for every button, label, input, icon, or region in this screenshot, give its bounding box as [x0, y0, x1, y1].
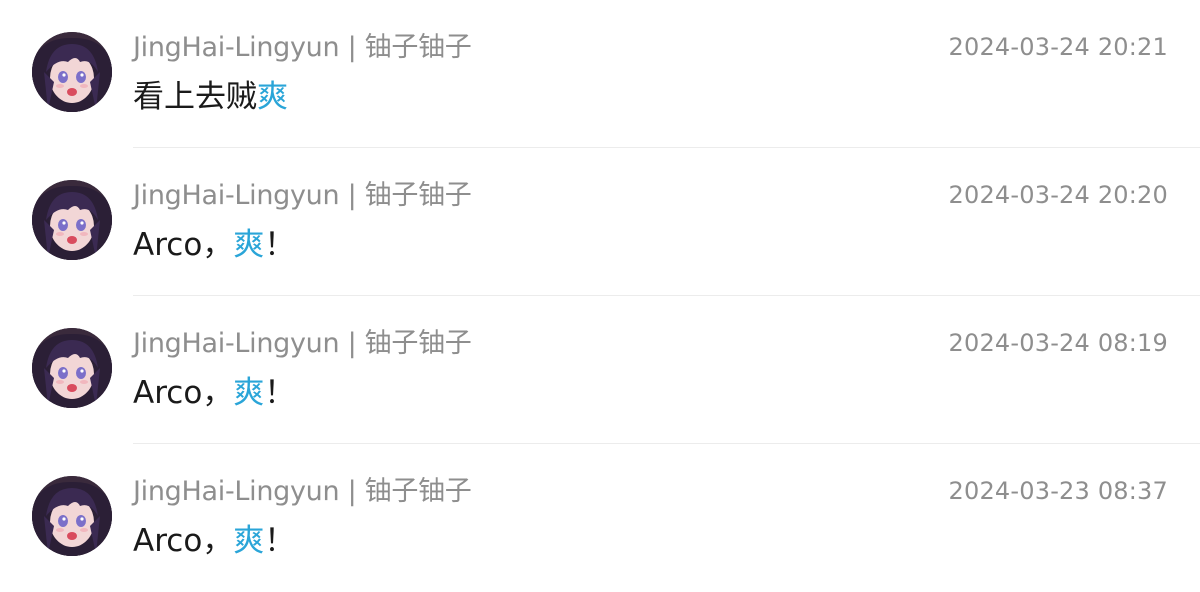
comment-timestamp: 2024-03-24 20:20	[948, 181, 1168, 209]
comment-message: Arco，爽！	[133, 372, 295, 414]
anime-girl-avatar-icon	[32, 32, 112, 112]
anime-girl-avatar-icon	[32, 180, 112, 260]
user-avatar[interactable]	[32, 32, 112, 112]
message-text: Arco，	[133, 375, 234, 411]
user-avatar[interactable]	[32, 476, 112, 556]
comment-username[interactable]: JingHai-Lingyun | 铀子铀子	[133, 30, 472, 66]
user-avatar[interactable]	[32, 180, 112, 260]
comment-username[interactable]: JingHai-Lingyun | 铀子铀子	[133, 326, 472, 362]
emote-text: 爽	[233, 227, 265, 263]
comment-username[interactable]: JingHai-Lingyun | 铀子铀子	[133, 474, 472, 510]
comment-message: Arco，爽！	[133, 520, 295, 562]
message-text-suffix: ！	[264, 375, 296, 411]
comment-list: JingHai-Lingyun | 铀子铀子 2024-03-24 20:21 …	[0, 0, 1200, 579]
comment-message: 看上去贼爽	[133, 76, 288, 118]
message-text-suffix: ！	[264, 227, 296, 263]
emote-text: 爽	[257, 79, 288, 115]
anime-girl-avatar-icon	[32, 328, 112, 408]
comment-item: JingHai-Lingyun | 铀子铀子 2024-03-23 08:37 …	[0, 444, 1200, 592]
user-avatar[interactable]	[32, 328, 112, 408]
comment-message: Arco，爽！	[133, 224, 295, 266]
comment-username[interactable]: JingHai-Lingyun | 铀子铀子	[133, 178, 472, 214]
comment-item: JingHai-Lingyun | 铀子铀子 2024-03-24 20:20 …	[0, 148, 1200, 296]
emote-text: 爽	[233, 523, 265, 559]
emote-text: 爽	[233, 375, 265, 411]
comment-timestamp: 2024-03-23 08:37	[948, 477, 1168, 505]
message-text: Arco，	[133, 523, 234, 559]
comment-timestamp: 2024-03-24 20:21	[948, 33, 1168, 61]
message-text: 看上去贼	[133, 79, 257, 115]
message-text-suffix: ！	[264, 523, 296, 559]
comment-item: JingHai-Lingyun | 铀子铀子 2024-03-24 20:21 …	[0, 0, 1200, 148]
comment-item: JingHai-Lingyun | 铀子铀子 2024-03-24 08:19 …	[0, 296, 1200, 444]
comment-timestamp: 2024-03-24 08:19	[948, 329, 1168, 357]
message-text: Arco，	[133, 227, 234, 263]
anime-girl-avatar-icon	[32, 476, 112, 556]
